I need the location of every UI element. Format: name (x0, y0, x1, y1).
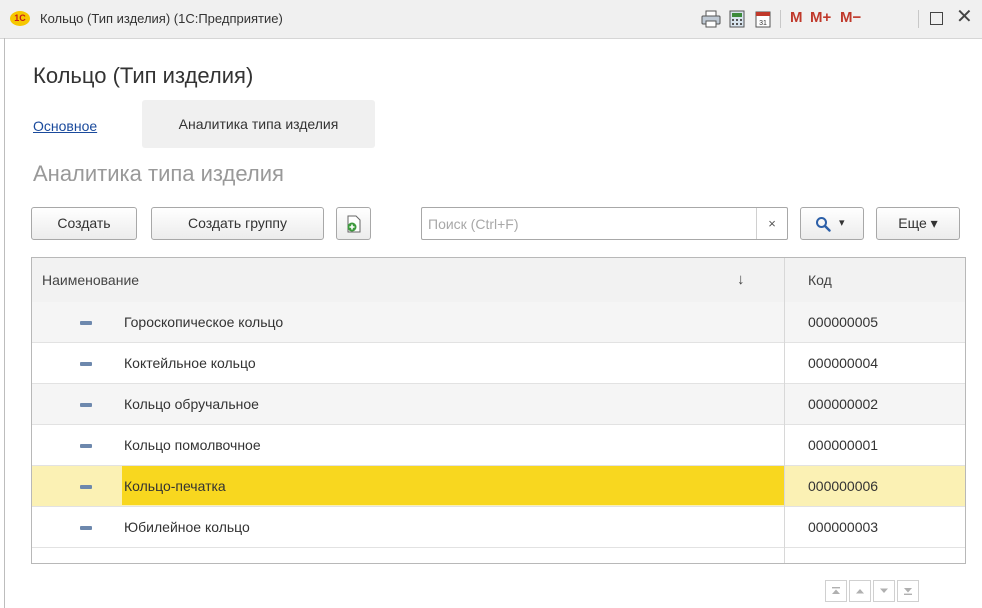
table-row[interactable]: Коктейльное кольцо 000000004 (32, 343, 965, 384)
row-code: 000000004 (808, 355, 879, 371)
column-header-code[interactable]: Код (808, 258, 832, 302)
row-name: Кольцо-печатка (124, 478, 226, 494)
row-name: Гороскопическое кольцо (124, 314, 284, 330)
tab-product-type-analytics[interactable]: Аналитика типа изделия (142, 100, 375, 148)
window-frame-left (4, 38, 5, 608)
first-icon (832, 587, 840, 594)
row-name: Кольцо помолвочное (124, 437, 261, 453)
clear-search-button[interactable]: × (756, 208, 787, 239)
up-icon (856, 589, 864, 594)
copy-icon (347, 215, 361, 233)
more-button[interactable]: Еще ▾ (876, 207, 960, 240)
row-code: 000000002 (808, 396, 879, 412)
tab-main[interactable]: Основное (33, 118, 97, 134)
toolbar-separator (780, 10, 781, 28)
element-icon (80, 362, 92, 366)
search-icon (816, 217, 831, 232)
analytics-table[interactable]: Наименование ↓ Код Гороскопическое кольц… (31, 257, 966, 564)
search-input[interactable] (428, 214, 748, 234)
search-field[interactable]: × (421, 207, 788, 240)
memory-minus-button[interactable]: M− (840, 9, 861, 26)
section-title: Аналитика типа изделия (33, 161, 284, 186)
row-name: Коктейльное кольцо (124, 355, 256, 371)
go-first-button[interactable] (825, 580, 847, 602)
element-icon (80, 321, 92, 325)
row-code: 000000003 (808, 519, 879, 535)
calendar-icon[interactable]: 31 (755, 10, 771, 28)
app-logo: 1С (10, 11, 30, 26)
search-button[interactable]: ▾ (800, 207, 864, 240)
element-icon (80, 403, 92, 407)
element-icon (80, 444, 92, 448)
create-group-button[interactable]: Создать группу (151, 207, 324, 240)
svg-text:31: 31 (759, 20, 767, 27)
row-code: 000000006 (808, 478, 879, 494)
go-down-button[interactable] (873, 580, 895, 602)
last-icon (904, 588, 912, 595)
element-icon (80, 485, 92, 489)
down-icon (880, 588, 888, 593)
window-title: Кольцо (Тип изделия) (1С:Предприятие) (40, 11, 283, 26)
column-header-name[interactable]: Наименование (42, 258, 139, 302)
page-title: Кольцо (Тип изделия) (33, 63, 254, 88)
row-name: Кольцо обручальное (124, 396, 259, 412)
table-header: Наименование ↓ Код (32, 258, 965, 303)
column-divider (784, 258, 785, 563)
create-button[interactable]: Создать (31, 207, 137, 240)
go-last-button[interactable] (897, 580, 919, 602)
row-code: 000000001 (808, 437, 879, 453)
table-row[interactable]: Гороскопическое кольцо 000000005 (32, 302, 965, 343)
memory-button[interactable]: M (790, 9, 803, 26)
go-up-button[interactable] (849, 580, 871, 602)
row-name: Юбилейное кольцо (124, 519, 250, 535)
title-bar: 1С Кольцо (Тип изделия) (1С:Предприятие)… (0, 0, 982, 39)
table-row[interactable]: Кольцо помолвочное 000000001 (32, 425, 965, 466)
print-icon[interactable] (701, 10, 721, 28)
close-button[interactable]: ✕ (956, 6, 973, 28)
calculator-icon[interactable] (729, 10, 745, 28)
maximize-button[interactable] (930, 12, 943, 25)
copy-button[interactable] (336, 207, 371, 240)
row-code: 000000005 (808, 314, 879, 330)
table-row-selected[interactable]: Кольцо-печатка 000000006 (32, 466, 965, 507)
memory-plus-button[interactable]: M+ (810, 9, 831, 26)
toolbar-separator (918, 10, 919, 28)
element-icon (80, 526, 92, 530)
chevron-down-icon: ▾ (839, 217, 845, 229)
table-row[interactable]: Кольцо обручальное 000000002 (32, 384, 965, 425)
sort-desc-icon[interactable]: ↓ (737, 258, 745, 302)
table-row[interactable]: Юбилейное кольцо 000000003 (32, 507, 965, 548)
